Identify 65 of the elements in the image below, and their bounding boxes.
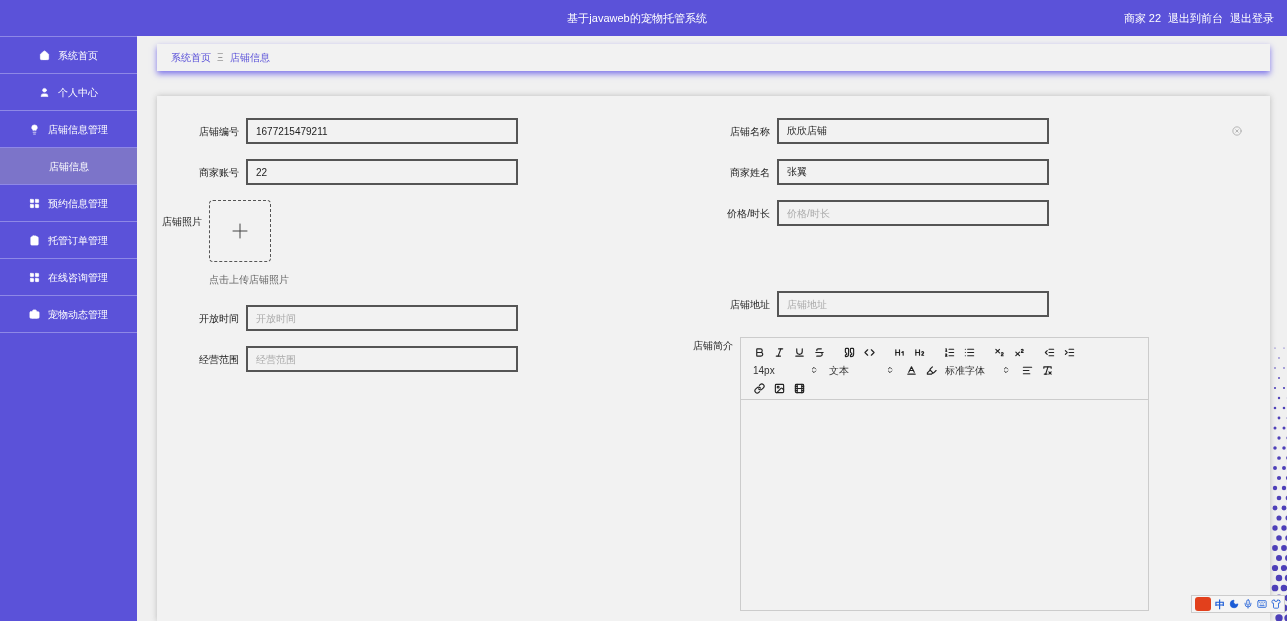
moon-icon[interactable] <box>1229 599 1239 609</box>
sidebar-subitem[interactable]: 店铺信息 <box>0 148 137 185</box>
text-color-icon <box>906 364 917 376</box>
align-icon <box>1022 364 1033 376</box>
text-field[interactable]: 经营范围 <box>246 346 518 372</box>
home-icon <box>39 49 50 61</box>
clear-format-icon <box>1042 364 1053 376</box>
bullet-list-icon <box>964 346 975 358</box>
input-method-logo <box>1195 597 1211 611</box>
field-label: 价格/时长 <box>726 206 771 221</box>
bold-icon <box>754 346 765 358</box>
select-arrows-icon <box>1002 366 1010 374</box>
field-label: 店铺编号 <box>198 124 240 139</box>
quote-icon <box>844 346 855 358</box>
strikethrough-icon <box>814 346 825 358</box>
breadcrumb-separator: Ξ <box>217 51 224 65</box>
header-link[interactable]: 退出登录 <box>1230 9 1274 27</box>
text-field[interactable]: 价格/时长 <box>777 200 1049 226</box>
field-label: 商家姓名 <box>729 165 771 180</box>
text-field[interactable]: 22 <box>246 159 518 185</box>
upload-hint: 点击上传店铺照片 <box>209 273 289 287</box>
user-label: 商家 22 <box>1123 10 1161 26</box>
header-link[interactable]: 退出到前台 <box>1168 9 1223 27</box>
field-label: 商家账号 <box>198 165 240 180</box>
field-label: 店铺名称 <box>729 124 771 139</box>
outdent-icon <box>1044 346 1055 358</box>
link-icon <box>754 382 765 394</box>
video-icon <box>794 382 805 394</box>
grid-icon <box>29 197 40 209</box>
highlight-icon <box>926 364 937 376</box>
heading-one-icon <box>894 346 905 358</box>
input-mode-label[interactable]: 中 <box>1215 596 1225 612</box>
code-icon <box>864 346 875 358</box>
text-field[interactable]: 欣欣店铺 <box>777 118 1049 144</box>
lightbulb-icon <box>29 123 40 135</box>
subscript-icon <box>994 346 1005 358</box>
text-field[interactable]: 开放时间 <box>246 305 518 331</box>
toolbar-select[interactable]: 文本 <box>826 362 894 378</box>
upload-box[interactable] <box>209 200 271 262</box>
grid-icon <box>29 271 40 283</box>
text-field[interactable]: 张翼 <box>777 159 1049 185</box>
toolbar-select[interactable]: 14px <box>750 362 818 378</box>
microphone-icon[interactable] <box>1243 599 1253 609</box>
select-arrows-icon <box>886 366 894 374</box>
field-label: 店铺照片 <box>162 216 203 227</box>
select-arrows-icon <box>810 366 818 374</box>
keyboard-icon[interactable] <box>1257 599 1267 609</box>
superscript-icon <box>1014 346 1025 358</box>
user-icon <box>39 86 50 98</box>
field-label: 店铺简介 <box>693 340 734 351</box>
toolbar-select[interactable]: 标准字体 <box>942 362 1010 378</box>
italic-icon <box>774 346 785 358</box>
field-label: 店铺地址 <box>729 297 771 312</box>
shirt-icon[interactable] <box>1271 599 1281 609</box>
breadcrumb-link[interactable]: 系统首页 <box>171 50 211 65</box>
field-label: 经营范围 <box>198 352 240 367</box>
text-field[interactable]: 1677215479211 <box>246 118 518 144</box>
app-title: 基于javaweb的宠物托管系统 <box>567 10 707 26</box>
ordered-list-icon <box>944 346 955 358</box>
indent-icon <box>1064 346 1075 358</box>
underline-icon <box>794 346 805 358</box>
field-label: 开放时间 <box>198 311 240 326</box>
heading-two-icon <box>914 346 925 358</box>
image-icon <box>774 382 785 394</box>
breadcrumb-link[interactable]: 店铺信息 <box>229 50 270 65</box>
